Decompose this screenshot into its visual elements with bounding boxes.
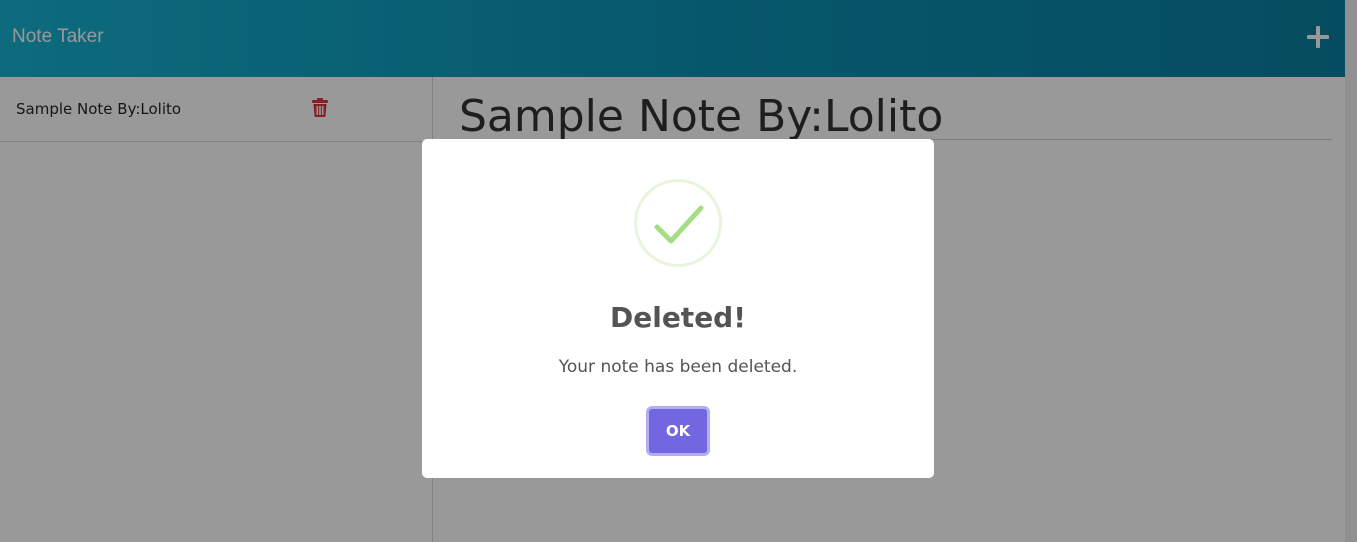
note-taker-page: Note Taker Sample Note By:Lolito Sample …	[0, 0, 1357, 542]
dialog-title: Deleted!	[609, 301, 746, 334]
dialog-message: Your note has been deleted.	[558, 357, 798, 377]
ok-button[interactable]: OK	[646, 406, 710, 456]
deleted-dialog: Deleted! Your note has been deleted. OK	[422, 139, 934, 478]
ok-button-label: OK	[665, 422, 691, 440]
success-check-icon	[634, 179, 722, 267]
modal-backdrop[interactable]: Deleted! Your note has been deleted. OK	[0, 0, 1357, 542]
